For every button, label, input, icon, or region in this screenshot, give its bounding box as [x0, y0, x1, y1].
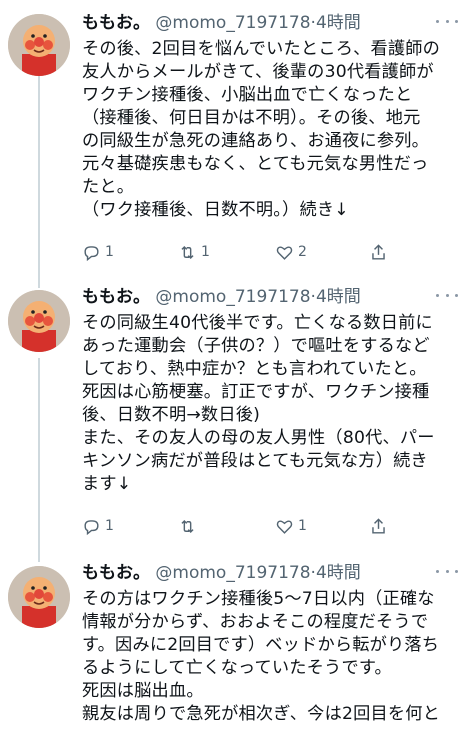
timestamp[interactable]: 4時間 [316, 563, 361, 583]
reply-button[interactable]: 1 [82, 515, 114, 537]
retweet-button[interactable]: 1 [178, 241, 210, 263]
timestamp[interactable]: 4時間 [316, 287, 361, 307]
heart-icon [275, 243, 294, 262]
retweet-count: 1 [201, 244, 210, 260]
retweet-icon [178, 517, 197, 536]
tweet-actions: 1 1 [82, 515, 412, 537]
more-icon[interactable] [436, 14, 458, 28]
tweet-text: その同級生40代後半です。亡くなる数日前に あった運動会（子供の？）で嘔吐をする… [82, 313, 435, 494]
user-handle[interactable]: @momo_7197178 [155, 13, 310, 33]
share-button[interactable] [369, 241, 388, 263]
heart-icon [275, 517, 294, 536]
reply-icon [82, 517, 101, 536]
user-handle[interactable]: @momo_7197178 [155, 287, 310, 307]
reply-button[interactable]: 1 [82, 241, 114, 263]
tweet-header: ももお。 @momo_7197178·4時間 [82, 286, 361, 308]
tweet-header: ももお。 @momo_7197178·4時間 [82, 12, 361, 34]
thread-line [38, 76, 40, 288]
share-button[interactable] [369, 515, 388, 537]
retweet-icon [178, 243, 197, 262]
tweet-text: その方はワクチン接種後5〜7日以内（正確な 情報が分からず、おおよそこの程度だそ… [82, 589, 441, 724]
reply-count: 1 [105, 518, 114, 534]
display-name[interactable]: ももお。 [82, 13, 150, 33]
tweet-text: その後、2回目を悩んでいたところ、看護師の 友人からメールがきて、後輩の30代看… [82, 39, 441, 220]
more-icon[interactable] [436, 564, 458, 578]
display-name[interactable]: ももお。 [82, 287, 150, 307]
like-count: 2 [298, 244, 307, 260]
like-button[interactable]: 1 [275, 515, 307, 537]
reply-icon [82, 243, 101, 262]
avatar[interactable] [8, 14, 70, 76]
display-name[interactable]: ももお。 [82, 563, 150, 583]
user-handle[interactable]: @momo_7197178 [155, 563, 310, 583]
more-icon[interactable] [436, 288, 458, 302]
avatar[interactable] [8, 290, 70, 352]
timestamp[interactable]: 4時間 [316, 13, 361, 33]
thread-line [38, 358, 40, 562]
share-icon [369, 517, 388, 536]
tweet-header: ももお。 @momo_7197178·4時間 [82, 562, 361, 584]
reply-count: 1 [105, 244, 114, 260]
like-count: 1 [298, 518, 307, 534]
share-icon [369, 243, 388, 262]
retweet-button[interactable] [178, 515, 201, 537]
avatar[interactable] [8, 566, 70, 628]
like-button[interactable]: 2 [275, 241, 307, 263]
tweet-actions: 1 1 2 [82, 241, 412, 263]
